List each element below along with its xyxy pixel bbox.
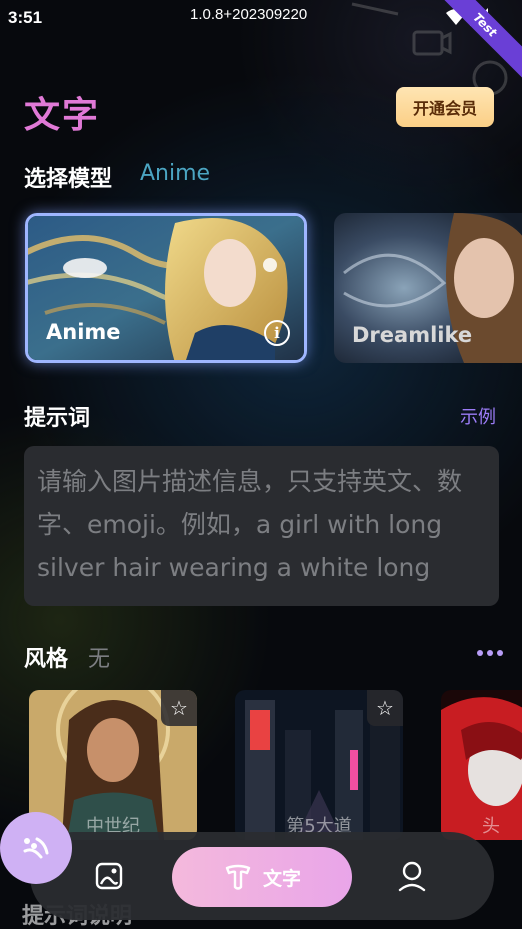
model-card-anime[interactable]: Anime i [25,213,307,363]
favorite-star-icon[interactable]: ☆ [367,690,403,726]
model-label-dreamlike: Dreamlike [352,323,473,347]
example-link[interactable]: 示例 [460,403,496,429]
profile-icon[interactable] [397,860,427,892]
info-icon[interactable]: i [264,320,290,346]
page-title: 文字 [24,95,101,136]
bottom-nav: 文字 [30,832,494,920]
build-version: 1.0.8+202309220 [190,6,308,23]
floating-assistant-button[interactable] [0,812,72,884]
model-card-dreamlike[interactable]: Dreamlike [334,213,522,363]
prompt-section-heading: 提示词 [24,406,91,431]
style-section-heading: 风格 [24,647,69,672]
nav-text-tab[interactable]: 文字 [172,847,352,907]
status-time: 3:51 [8,8,43,27]
vip-button[interactable]: 开通会员 [396,87,494,127]
clapper-deco-icon [351,2,399,16]
model-section-heading: 选择模型 [24,167,113,192]
prompt-input[interactable]: 请输入图片描述信息，只支持英文、数字、emoji。例如，a girl with … [24,446,499,606]
text-icon [225,864,251,890]
camera-deco-icon [412,30,452,56]
model-label-anime: Anime [46,320,121,344]
nav-text-label: 文字 [262,867,301,890]
style-value: 无 [88,647,111,672]
assistant-icon [23,837,49,859]
style-card-third[interactable]: 头 [441,690,522,840]
prompt-placeholder: 请输入图片描述信息，只支持英文、数字、emoji。例如，a girl with … [37,467,463,582]
favorite-star-icon[interactable]: ☆ [161,690,197,726]
style-card-fifth-avenue[interactable]: ☆ 第5大道 [235,690,403,840]
selected-model-label: Anime [140,161,211,186]
image-icon[interactable] [95,862,123,890]
more-icon[interactable] [477,650,503,656]
